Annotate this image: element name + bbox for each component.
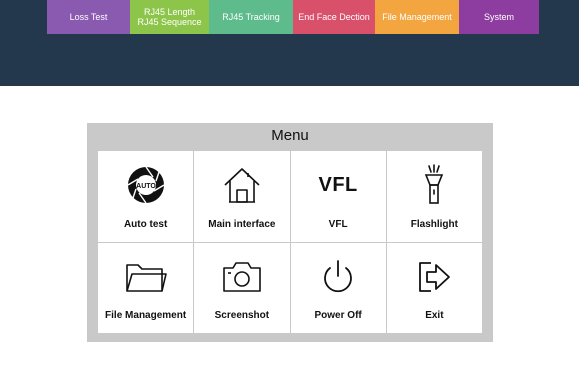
menu-grid: AUTO Auto test Main interface VFL VFL Fl… [98,151,482,333]
menu-item-label: File Management [105,310,187,321]
home-icon [220,165,264,205]
menu-item-power-off[interactable]: Power Off [290,242,386,333]
auto-icon-text: AUTO [136,183,156,190]
vfl-icon-text: VFL [318,173,358,196]
menu-item-main-interface[interactable]: Main interface [194,151,290,242]
menu-item-vfl[interactable]: VFL VFL [290,151,386,242]
tab-loss-test[interactable]: Loss Test [47,0,130,34]
tab-rj45-tracking[interactable]: RJ45 Tracking [209,0,293,34]
menu-item-label: Auto test [123,218,168,230]
menu-item-file-management[interactable]: File Management [98,242,194,333]
tab-system[interactable]: System [459,0,539,34]
menu-item-exit[interactable]: Exit [386,242,482,333]
camera-icon [220,257,264,297]
menu-item-label: VFL [328,218,348,230]
menu-item-screenshot[interactable]: Screenshot [194,242,290,333]
tab-rj45-length-label: RJ45 Length [143,7,196,17]
tab-rj45-sequence-label: RJ45 Sequence [137,17,202,27]
tab-end-face-label: End Face Dection [298,12,370,22]
folder-icon [124,257,168,297]
tab-loss-test-label: Loss Test [69,12,108,22]
menu-item-label: Main interface [208,218,276,230]
menu-item-label: Power Off [314,310,362,321]
function-tab-bar: Loss Test RJ45 Length RJ45 Sequence RJ45… [47,0,539,34]
menu-title: Menu [271,127,309,144]
vfl-icon: VFL [316,165,360,205]
tab-rj45-tracking-label: RJ45 Tracking [222,12,280,22]
menu-item-label: Flashlight [410,218,458,230]
top-panel: Loss Test RJ45 Length RJ45 Sequence RJ45… [0,0,579,86]
power-icon [316,257,360,297]
menu-panel: Menu AUTO Auto test Main interface VFL V… [87,123,493,342]
tab-system-label: System [483,12,514,22]
menu-item-auto-test[interactable]: AUTO Auto test [98,151,194,242]
menu-item-flashlight[interactable]: Flashlight [386,151,482,242]
tab-file-management[interactable]: File Management [375,0,459,34]
tab-file-management-label: File Management [382,12,452,22]
menu-item-label: Exit [425,310,444,321]
tab-rj45-length-sequence[interactable]: RJ45 Length RJ45 Sequence [130,0,209,34]
flashlight-icon [412,164,456,205]
tab-end-face-dection[interactable]: End Face Dection [293,0,375,34]
exit-icon [412,257,456,297]
auto-camera-icon: AUTO [124,165,168,205]
menu-item-label: Screenshot [214,310,270,321]
